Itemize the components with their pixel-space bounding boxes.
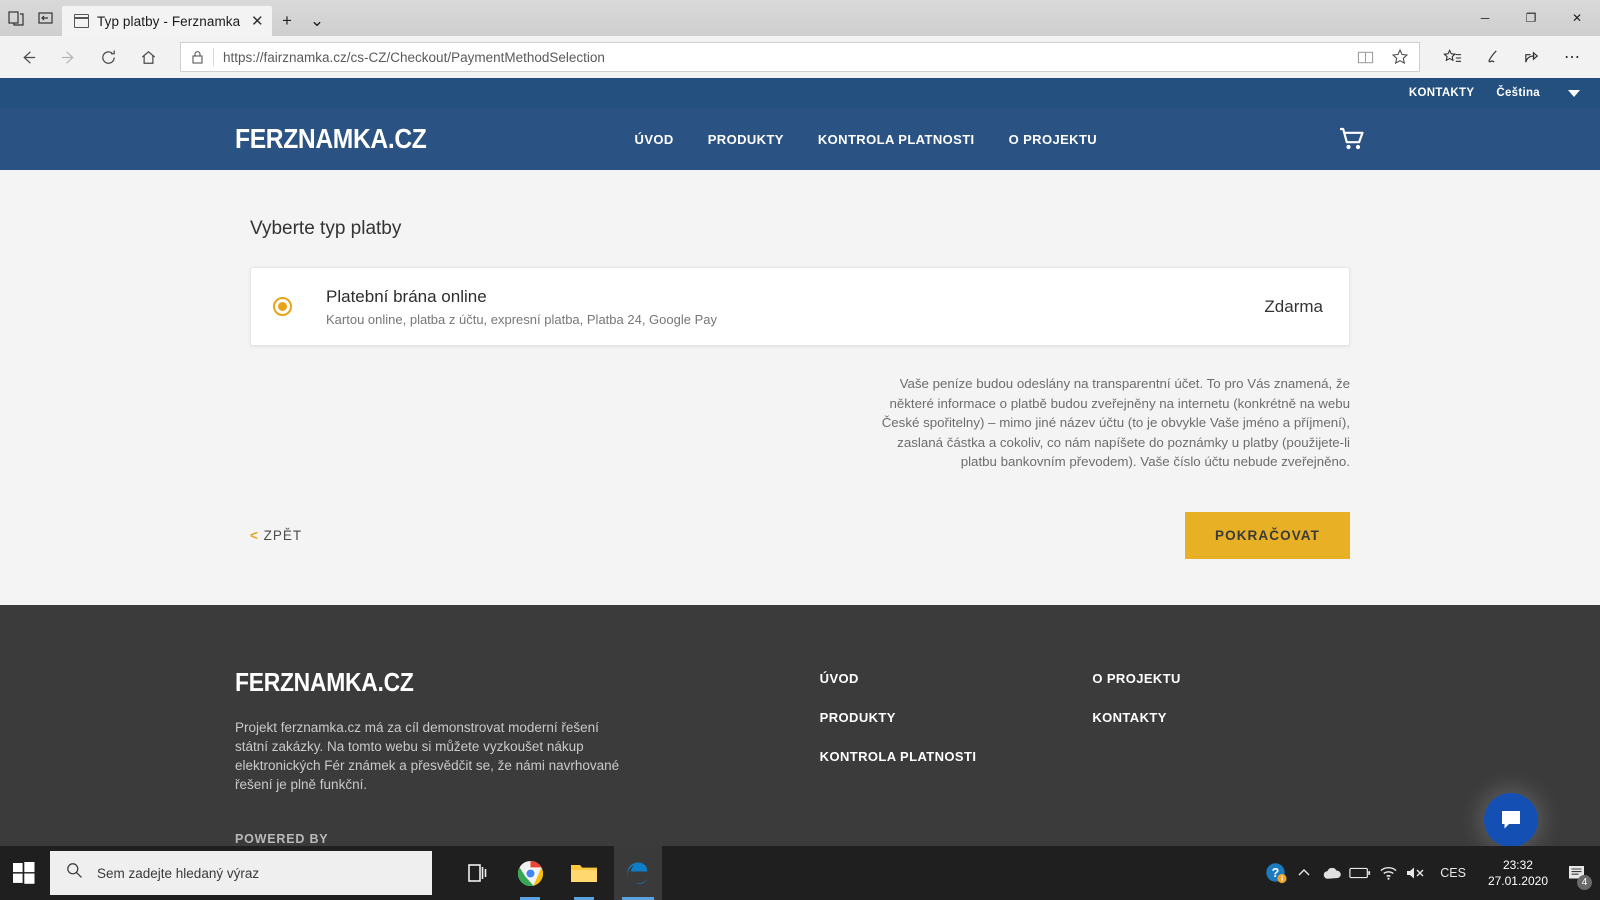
refresh-button[interactable]: [90, 39, 126, 75]
minimize-button[interactable]: ─: [1462, 0, 1508, 36]
footer-link-uvod[interactable]: ÚVOD: [820, 671, 1093, 686]
footer-link-kontrola-platnosti[interactable]: KONTROLA PLATNOSTI: [820, 749, 1093, 764]
footer-description: Projekt ferznamka.cz má za cíl demonstro…: [235, 718, 635, 794]
page-title: Vyberte typ platby: [250, 218, 1350, 240]
titlebar-left-icons: [0, 0, 62, 36]
site-logo[interactable]: FERZNAMKA.CZ: [235, 123, 427, 155]
site-topbar: KONTAKTY Čeština: [0, 78, 1600, 108]
tab-menu-chevron-down-icon[interactable]: ⌄: [302, 6, 332, 36]
main-navigation: ÚVOD PRODUKTY KONTROLA PLATNOSTI O PROJE…: [635, 132, 1098, 147]
lock-icon: [191, 50, 204, 65]
shopping-cart-icon[interactable]: [1339, 127, 1365, 151]
tab-title: Typ platby - Ferznamka.: [97, 14, 240, 29]
set-tabs-aside-icon[interactable]: [6, 8, 26, 28]
site-header: FERZNAMKA.CZ ÚVOD PRODUKTY KONTROLA PLAT…: [0, 108, 1600, 170]
powered-by-label: POWERED BY: [235, 832, 685, 846]
close-tab-icon[interactable]: ✕: [248, 12, 266, 30]
footer-link-o-projektu[interactable]: O PROJEKTU: [1092, 671, 1365, 686]
back-link-label: ZPĚT: [264, 528, 303, 543]
task-view-icon[interactable]: [452, 846, 500, 900]
payment-option-title: Platební brána online: [326, 287, 1264, 307]
web-notes-pen-icon[interactable]: [1474, 39, 1510, 75]
help-support-icon[interactable]: ?: [1262, 846, 1290, 900]
taskbar-chrome-icon[interactable]: [506, 846, 554, 900]
favorite-star-icon[interactable]: [1387, 44, 1413, 70]
reading-view-icon[interactable]: [1352, 44, 1378, 70]
footer-links-column-2: O PROJEKTU KONTAKTY: [1092, 667, 1365, 847]
battery-icon[interactable]: [1346, 846, 1374, 900]
taskbar-edge-icon[interactable]: [614, 846, 662, 900]
wifi-icon[interactable]: [1374, 846, 1402, 900]
payment-option-subtitle: Kartou online, platba z účtu, expresní p…: [326, 312, 1264, 327]
volume-muted-icon[interactable]: [1402, 846, 1430, 900]
chat-widget-button[interactable]: [1484, 793, 1538, 847]
topbar-contacts-link[interactable]: KONTAKTY: [1409, 87, 1474, 99]
back-button[interactable]: [10, 39, 46, 75]
footer-about-column: FERZNAMKA.CZ Projekt ferznamka.cz má za …: [235, 667, 685, 847]
form-actions: < ZPĚT POKRAČOVAT: [250, 512, 1350, 605]
main-content: Vyberte typ platby Platební brána online…: [0, 170, 1600, 605]
continue-button[interactable]: POKRAČOVAT: [1185, 512, 1350, 559]
notifications-icon[interactable]: 4: [1560, 846, 1594, 900]
web-page: KONTAKTY Čeština FERZNAMKA.CZ ÚVOD PRODU…: [0, 78, 1600, 846]
search-icon: [66, 862, 83, 884]
clock[interactable]: 23:32 27.01.2020: [1476, 846, 1560, 900]
screen: Typ platby - Ferznamka. ✕ + ⌄ ─ ❐ ✕: [0, 0, 1600, 900]
language-label: Čeština: [1496, 87, 1540, 99]
clock-time: 23:32: [1488, 857, 1548, 873]
new-tab-button[interactable]: +: [272, 6, 302, 36]
close-window-button[interactable]: ✕: [1554, 0, 1600, 36]
windows-taskbar: Sem zadejte hledaný výraz: [0, 846, 1600, 900]
clock-date: 27.01.2020: [1488, 873, 1548, 889]
forward-button[interactable]: [50, 39, 86, 75]
chat-bubble-icon: [1499, 809, 1523, 831]
payment-radio-button[interactable]: [273, 297, 292, 316]
nav-item-o-projektu[interactable]: O PROJEKTU: [1009, 132, 1098, 147]
nav-item-produkty[interactable]: PRODUKTY: [708, 132, 784, 147]
start-button[interactable]: [0, 846, 48, 900]
onedrive-cloud-icon[interactable]: [1318, 846, 1346, 900]
site-footer: FERZNAMKA.CZ Projekt ferznamka.cz má za …: [0, 605, 1600, 847]
footer-logo: FERZNAMKA.CZ: [235, 667, 631, 698]
tab-favicon-icon: [74, 14, 89, 28]
window-controls: ─ ❐ ✕: [1462, 0, 1600, 36]
address-url-text: https://fairznamka.cz/cs-CZ/Checkout/Pay…: [223, 50, 1343, 65]
taskbar-search-box[interactable]: Sem zadejte hledaný výraz: [50, 851, 432, 895]
payment-option-texts: Platební brána online Kartou online, pla…: [326, 287, 1264, 327]
payment-option-price: Zdarma: [1264, 297, 1323, 317]
address-separator: [213, 48, 214, 66]
footer-link-kontakty[interactable]: KONTAKTY: [1092, 710, 1365, 725]
keyboard-language-indicator[interactable]: CES: [1430, 866, 1476, 880]
notification-count-badge: 4: [1577, 875, 1592, 890]
system-tray: ? CES 23:32 27.01.2020: [1262, 846, 1600, 900]
transparent-account-note: Vaše peníze budou odeslány na transparen…: [860, 374, 1350, 472]
back-link[interactable]: < ZPĚT: [250, 528, 302, 543]
back-chevron-icon: <: [250, 528, 259, 543]
restore-tabs-icon[interactable]: [36, 8, 56, 28]
address-bar[interactable]: https://fairznamka.cz/cs-CZ/Checkout/Pay…: [180, 42, 1420, 72]
share-icon[interactable]: [1514, 39, 1550, 75]
search-input-placeholder: Sem zadejte hledaný výraz: [97, 866, 259, 881]
radio-selected-dot: [278, 302, 287, 311]
taskbar-file-explorer-icon[interactable]: [560, 846, 608, 900]
nav-item-uvod[interactable]: ÚVOD: [635, 132, 674, 147]
taskbar-app-icons: [452, 846, 662, 900]
browser-titlebar: Typ platby - Ferznamka. ✕ + ⌄ ─ ❐ ✕: [0, 0, 1600, 36]
language-selector[interactable]: Čeština: [1496, 87, 1580, 99]
browser-toolbar: https://fairznamka.cz/cs-CZ/Checkout/Pay…: [0, 36, 1600, 78]
chevron-down-icon: [1568, 90, 1580, 97]
home-button[interactable]: [130, 39, 166, 75]
footer-links-column-1: ÚVOD PRODUKTY KONTROLA PLATNOSTI: [820, 667, 1093, 847]
footer-link-produkty[interactable]: PRODUKTY: [820, 710, 1093, 725]
show-hidden-icons-chevron-up-icon[interactable]: [1290, 846, 1318, 900]
more-settings-icon[interactable]: ⋯: [1554, 39, 1590, 75]
browser-tab[interactable]: Typ platby - Ferznamka. ✕: [62, 6, 272, 36]
maximize-button[interactable]: ❐: [1508, 0, 1554, 36]
nav-item-kontrola-platnosti[interactable]: KONTROLA PLATNOSTI: [818, 132, 975, 147]
payment-method-option[interactable]: Platební brána online Kartou online, pla…: [250, 267, 1350, 346]
favorites-hub-icon[interactable]: [1434, 39, 1470, 75]
